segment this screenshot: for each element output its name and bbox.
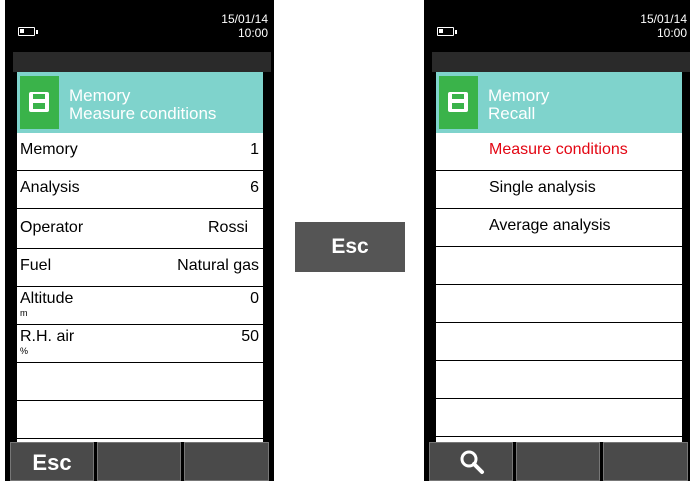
page-title: Memory Measure conditions — [69, 87, 259, 123]
row-value: Rossi — [207, 219, 248, 236]
row-rh-air[interactable]: R.H. air 50 % — [17, 325, 263, 363]
title-strip — [13, 52, 271, 72]
row-value: 6 — [250, 179, 259, 196]
status-bar: 15/01/14 10:00 — [424, 0, 690, 52]
row-value: Natural gas — [177, 257, 259, 274]
row-label: Operator — [20, 219, 84, 236]
date-text: 15/01/14 — [640, 12, 687, 26]
esc-softkey[interactable]: Esc — [10, 442, 94, 481]
row-label: Analysis — [20, 179, 80, 196]
row-empty — [17, 401, 263, 439]
row-fuel[interactable]: Fuel Natural gas — [17, 249, 263, 287]
row-empty — [436, 361, 682, 399]
floppy-disk-icon — [29, 92, 49, 112]
softkey-3[interactable] — [603, 442, 688, 481]
row-memory[interactable]: Memory 1 — [17, 133, 263, 171]
right-instrument-screen: 15/01/14 10:00 Memory Recall Measure con… — [424, 0, 690, 481]
softkey-3[interactable] — [184, 442, 269, 481]
menu-item-label: Measure conditions — [489, 141, 628, 158]
date-time: 15/01/14 10:00 — [221, 12, 268, 40]
time-text: 10:00 — [656, 26, 687, 40]
softkey-label: Esc — [32, 450, 72, 475]
row-label: Altitude — [20, 290, 74, 307]
time-text: 10:00 — [237, 26, 268, 40]
menu-item-label: Average analysis — [489, 217, 611, 234]
screen-content: Memory Recall Measure conditions Single … — [436, 72, 682, 442]
row-empty — [436, 399, 682, 437]
row-empty — [436, 323, 682, 361]
row-empty — [436, 285, 682, 323]
row-label: R.H. air — [20, 328, 75, 345]
softkey-bar: Esc — [10, 442, 269, 481]
page-title: Memory Recall — [488, 87, 678, 123]
title-line-1: Memory — [69, 86, 131, 105]
menu-header: Memory Measure conditions — [17, 72, 263, 133]
menu-item-measure-conditions[interactable]: Measure conditions — [436, 133, 682, 171]
search-icon — [460, 450, 484, 474]
battery-icon — [18, 27, 38, 36]
title-line-2: Measure conditions — [69, 104, 217, 123]
row-label: Fuel — [20, 257, 52, 274]
row-analysis[interactable]: Analysis 6 — [17, 171, 263, 209]
row-altitude[interactable]: Altitude 0 m — [17, 287, 263, 325]
row-operator[interactable]: Operator Rossi — [17, 209, 263, 249]
row-value: 0 — [250, 290, 259, 307]
row-empty — [436, 247, 682, 285]
left-instrument-screen: 15/01/14 10:00 Memory Measure conditions… — [5, 0, 274, 481]
row-empty — [17, 363, 263, 401]
row-value: 1 — [250, 141, 259, 158]
date-text: 15/01/14 — [221, 12, 268, 26]
status-bar: 15/01/14 10:00 — [5, 0, 274, 52]
screen-content: Memory Measure conditions Memory 1 Analy… — [17, 72, 263, 442]
battery-icon — [437, 27, 457, 36]
search-softkey[interactable] — [429, 442, 513, 481]
title-line-2: Recall — [488, 104, 536, 123]
row-label: Memory — [20, 141, 78, 158]
esc-key[interactable]: Esc — [295, 222, 405, 272]
menu-item-single-analysis[interactable]: Single analysis — [436, 171, 682, 209]
title-line-1: Memory — [488, 86, 550, 105]
softkey-bar — [429, 442, 688, 481]
menu-item-label: Single analysis — [489, 179, 596, 196]
date-time: 15/01/14 10:00 — [640, 12, 687, 40]
row-unit: m — [20, 308, 28, 318]
menu-item-average-analysis[interactable]: Average analysis — [436, 209, 682, 247]
softkey-2[interactable] — [516, 442, 600, 481]
memory-icon-box — [439, 76, 478, 129]
softkey-2[interactable] — [97, 442, 181, 481]
row-unit: % — [20, 346, 29, 356]
memory-icon-box — [20, 76, 59, 129]
title-strip — [432, 52, 690, 72]
menu-header: Memory Recall — [436, 72, 682, 133]
floppy-disk-icon — [448, 92, 468, 112]
row-value: 50 — [241, 328, 259, 345]
